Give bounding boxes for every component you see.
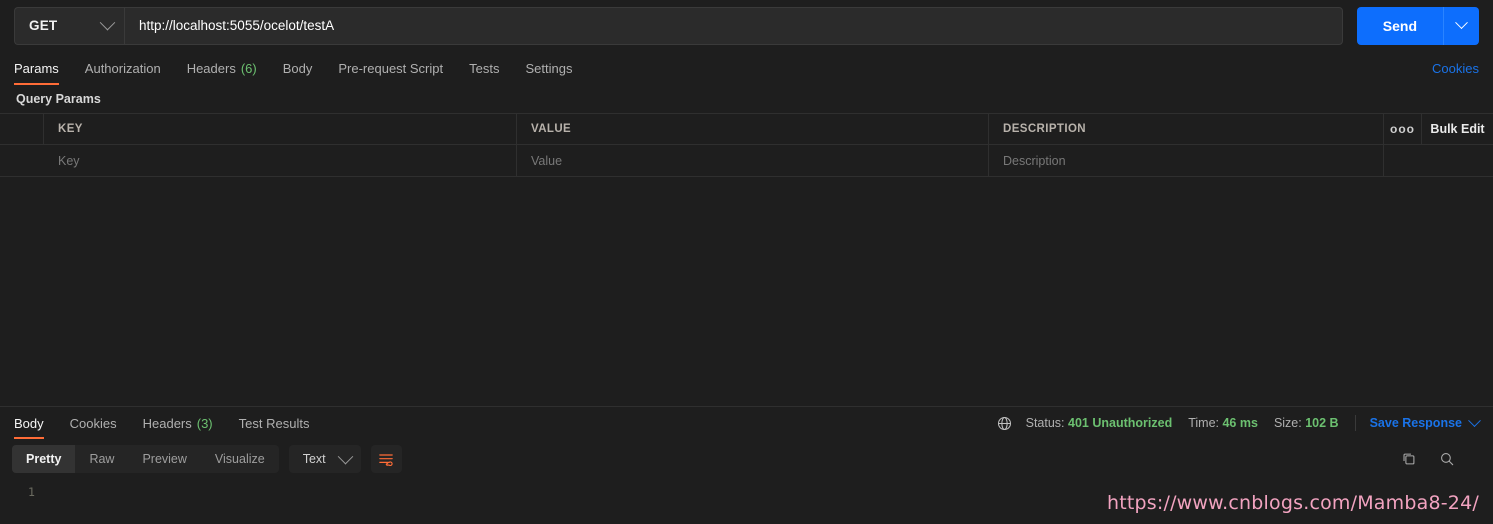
response-toolbar: Pretty Raw Preview Visualize Text <box>0 439 1493 479</box>
save-response-label: Save Response <box>1369 416 1462 430</box>
response-meta: Status: 401 Unauthorized Time: 46 ms Siz… <box>997 407 1481 439</box>
tab-count-badge: (3) <box>196 415 213 431</box>
param-key-input[interactable]: Key <box>44 145 517 176</box>
size-label: Size: <box>1273 416 1302 430</box>
line-number: 1 <box>28 485 35 499</box>
table-options-button[interactable]: ooo <box>1384 114 1422 144</box>
table-header-row: KEY VALUE DESCRIPTION ooo Bulk Edit <box>0 114 1493 145</box>
query-params-title: Query Params <box>16 92 101 106</box>
tab-label: Body <box>14 415 44 431</box>
response-format-select[interactable]: Text <box>288 445 361 473</box>
http-method-label: GET <box>29 18 58 33</box>
table-row: Key Value Description <box>0 145 1493 176</box>
status-value: 401 Unauthorized <box>1068 416 1173 430</box>
chevron-down-icon <box>1468 413 1481 427</box>
request-body-empty-area <box>0 177 1493 406</box>
response-tab-body[interactable]: Body <box>14 407 57 439</box>
param-description-input[interactable]: Description <box>989 145 1384 176</box>
response-tab-bar: Body Cookies Headers (3) Test Results St… <box>0 406 1493 439</box>
tab-count-badge: (6) <box>240 60 257 76</box>
param-value-input[interactable]: Value <box>517 145 989 176</box>
request-tab-bar: Params Authorization Headers (6) Body Pr… <box>0 51 1493 85</box>
cookies-link[interactable]: Cookies <box>1432 51 1479 85</box>
status-label: Status: <box>1025 416 1065 430</box>
response-tab-headers[interactable]: Headers (3) <box>130 407 226 439</box>
tab-tests[interactable]: Tests <box>456 51 512 85</box>
view-mode-raw[interactable]: Raw <box>75 445 128 473</box>
chevron-down-icon <box>1455 16 1468 30</box>
tab-label: Body <box>282 60 313 76</box>
view-mode-preview[interactable]: Preview <box>128 445 200 473</box>
tab-authorization[interactable]: Authorization <box>72 51 174 85</box>
globe-icon[interactable] <box>997 416 1012 431</box>
response-tab-test-results[interactable]: Test Results <box>226 407 323 439</box>
tab-pre-request-script[interactable]: Pre-request Script <box>325 51 456 85</box>
send-options-button[interactable] <box>1443 6 1479 45</box>
size-value: 102 B <box>1305 416 1339 430</box>
tab-label: Tests <box>469 60 500 76</box>
tab-label: Cookies <box>69 415 117 431</box>
chevron-down-icon <box>337 448 353 464</box>
http-method-select[interactable]: GET <box>14 6 124 45</box>
tab-settings[interactable]: Settings <box>512 51 585 85</box>
header-key: KEY <box>44 114 517 144</box>
status-meta: Status: 401 Unauthorized <box>1026 416 1173 430</box>
tab-label: Headers <box>142 415 192 431</box>
header-description: DESCRIPTION <box>989 114 1384 144</box>
request-url-input[interactable]: http://localhost:5055/ocelot/testA <box>124 6 1343 45</box>
tab-label: Headers <box>186 60 236 76</box>
view-mode-visualize[interactable]: Visualize <box>201 445 279 473</box>
word-wrap-toggle[interactable] <box>370 445 402 473</box>
tab-body[interactable]: Body <box>270 51 326 85</box>
divider <box>1354 415 1356 431</box>
query-params-table: KEY VALUE DESCRIPTION ooo Bulk Edit Key … <box>0 113 1493 177</box>
watermark-url: https://www.cnblogs.com/Mamba8-24/ <box>1106 492 1479 514</box>
send-button-group: Send <box>1356 6 1479 45</box>
copy-icon[interactable] <box>1401 451 1417 467</box>
size-meta: Size: 102 B <box>1274 416 1339 430</box>
response-view-mode-group: Pretty Raw Preview Visualize <box>12 445 279 473</box>
tab-params[interactable]: Params <box>14 51 72 85</box>
tab-label: Authorization <box>84 60 161 76</box>
response-body-editor[interactable]: 1 https://www.cnblogs.com/Mamba8-24/ <box>0 479 1493 517</box>
tab-label: Params <box>14 60 59 76</box>
bulk-edit-button[interactable]: Bulk Edit <box>1422 114 1493 144</box>
row-checkbox-cell[interactable] <box>0 145 44 176</box>
tab-label: Settings <box>525 60 573 76</box>
tab-label: Test Results <box>238 415 310 431</box>
more-options-icon: ooo <box>1390 122 1415 136</box>
header-checkbox-cell <box>0 114 44 144</box>
time-meta: Time: 46 ms <box>1188 416 1258 430</box>
response-actions <box>1401 451 1481 467</box>
save-response-button[interactable]: Save Response <box>1369 413 1481 430</box>
tab-label: Pre-request Script <box>338 60 444 76</box>
row-options-cell <box>1384 145 1422 176</box>
view-mode-pretty[interactable]: Pretty <box>12 445 76 473</box>
response-format-label: Text <box>302 452 326 466</box>
search-icon[interactable] <box>1439 451 1455 467</box>
row-bulk-cell <box>1422 145 1493 176</box>
send-button[interactable]: Send <box>1356 6 1443 45</box>
chevron-down-icon <box>99 14 116 31</box>
time-value: 46 ms <box>1222 416 1258 430</box>
tab-headers[interactable]: Headers (6) <box>174 51 270 85</box>
request-url-bar: GET http://localhost:5055/ocelot/testA S… <box>0 0 1493 51</box>
time-label: Time: <box>1188 416 1219 430</box>
header-value: VALUE <box>517 114 989 144</box>
response-tab-cookies[interactable]: Cookies <box>57 407 130 439</box>
